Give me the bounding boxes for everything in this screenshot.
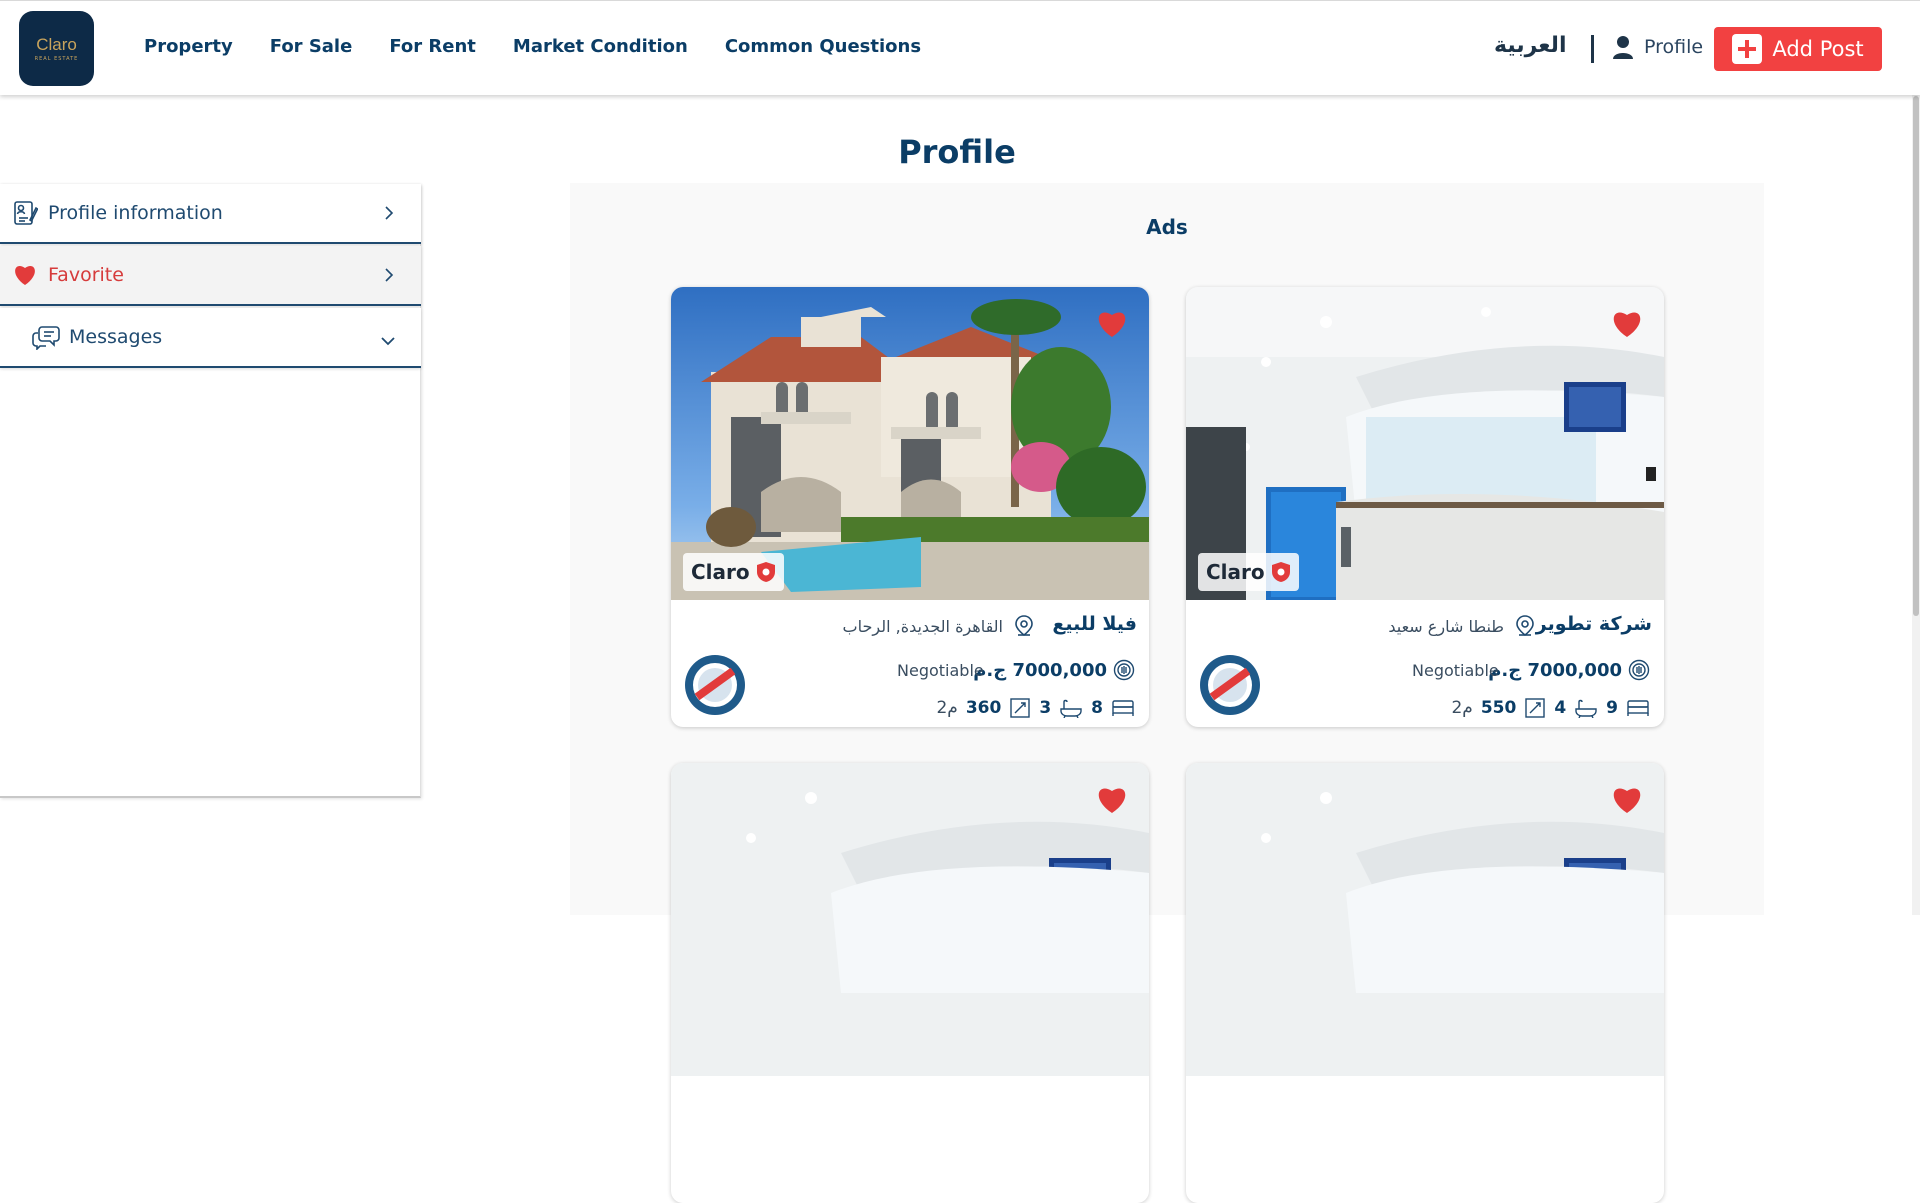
page-scrollbar[interactable]	[1912, 0, 1920, 915]
profile-sidebar: Profile information Favorite Messages	[0, 184, 421, 798]
chevron-down-icon	[379, 332, 397, 351]
favorite-heart-icon[interactable]	[1610, 309, 1644, 343]
chevron-right-icon	[383, 204, 395, 226]
property-title: فيلا للبيع	[1052, 613, 1137, 635]
main-nav: Property For Sale For Rent Market Condit…	[144, 36, 958, 57]
sidebar-item-favorite[interactable]: Favorite	[0, 246, 421, 306]
logo-text: Claro	[36, 35, 77, 54]
profile-document-icon	[11, 199, 39, 227]
property-card[interactable]: Claro فيلا للبيع القاهرة الجديدة, الرحاب…	[671, 287, 1149, 727]
property-features: 8 3 360 م2	[936, 697, 1135, 719]
profile-label: Profile	[1644, 36, 1704, 58]
area-icon	[1010, 698, 1031, 718]
bed-icon	[1627, 700, 1649, 716]
price-value: 7000,000 ج.م	[973, 659, 1107, 681]
bed-icon	[1112, 700, 1134, 716]
location-pin-icon	[1516, 615, 1534, 637]
nav-property[interactable]: Property	[144, 36, 233, 57]
favorite-heart-icon[interactable]	[1610, 785, 1644, 819]
area-icon	[1525, 698, 1546, 718]
location-text: طنطا شارع سعيد	[1388, 616, 1504, 636]
verified-shield-icon	[756, 562, 775, 582]
nav-market-condition[interactable]: Market Condition	[513, 36, 688, 57]
favorite-heart-icon[interactable]	[1095, 785, 1129, 819]
property-card[interactable]	[1186, 763, 1664, 1203]
bathtub-icon	[1575, 699, 1597, 718]
area-unit: م2	[936, 698, 958, 718]
location-pin-icon	[1015, 615, 1033, 637]
office-reception-photo[interactable]	[1186, 763, 1664, 1076]
brand-tag: Claro	[1198, 553, 1299, 591]
brand-name: Claro	[691, 560, 750, 584]
nav-for-sale[interactable]: For Sale	[270, 36, 353, 57]
add-post-label: Add Post	[1772, 37, 1864, 61]
user-icon	[1613, 36, 1633, 59]
scrollbar-thumb[interactable]	[1913, 96, 1919, 616]
certified-seal-badge	[683, 653, 747, 717]
logo-subtext: REAL ESTATE	[34, 56, 79, 62]
office-reception-photo[interactable]	[671, 763, 1149, 1076]
ads-section-title: Ads	[1146, 215, 1188, 239]
price-coin-icon	[1113, 659, 1135, 681]
nav-common-questions[interactable]: Common Questions	[725, 36, 921, 57]
language-switch[interactable]: العربية	[1494, 33, 1567, 58]
property-price: 7000,000 ج.م	[973, 659, 1135, 681]
area-value: 360	[965, 698, 1002, 718]
page-title: Profile	[0, 133, 1914, 171]
brand-name: Claro	[1206, 560, 1265, 584]
baths-count: 3	[1039, 698, 1052, 718]
favorite-heart-icon[interactable]	[1095, 309, 1129, 343]
chat-bubbles-icon	[32, 323, 60, 351]
property-card[interactable]	[671, 763, 1149, 1203]
bathtub-icon	[1060, 699, 1082, 718]
property-location: القاهرة الجديدة, الرحاب	[843, 614, 1035, 638]
sidebar-item-profile-information[interactable]: Profile information	[0, 184, 421, 244]
property-price: 7000,000 ج.م	[1488, 659, 1650, 681]
sidebar-item-label: Favorite	[48, 264, 124, 286]
add-post-button[interactable]: Add Post	[1714, 27, 1882, 71]
property-title: شركة تطوير	[1535, 613, 1652, 635]
top-header: Claro REAL ESTATE Property For Sale For …	[0, 0, 1920, 95]
property-features: 9 4 550 م2	[1451, 697, 1650, 719]
property-card[interactable]: Claro شركة تطوير طنطا شارع سعيد 7000,000…	[1186, 287, 1664, 727]
sidebar-item-label: Profile information	[48, 202, 223, 224]
nav-for-rent[interactable]: For Rent	[389, 36, 476, 57]
price-coin-icon	[1628, 659, 1650, 681]
verified-shield-icon	[1271, 562, 1290, 582]
price-value: 7000,000 ج.م	[1488, 659, 1622, 681]
beds-count: 8	[1091, 698, 1103, 718]
certified-seal-badge	[1198, 653, 1262, 717]
baths-count: 4	[1554, 698, 1567, 718]
negotiable-label: Negotiable	[897, 661, 984, 680]
header-divider	[1591, 35, 1594, 63]
negotiable-label: Negotiable	[1412, 661, 1499, 680]
sidebar-item-messages[interactable]: Messages	[0, 308, 421, 368]
area-unit: م2	[1451, 698, 1473, 718]
plus-icon	[1732, 34, 1763, 64]
location-text: القاهرة الجديدة, الرحاب	[842, 616, 1003, 636]
chevron-right-icon	[383, 266, 395, 288]
brand-tag: Claro	[683, 553, 784, 591]
ads-panel: Ads Claro فيلا للبيع القاهرة الجديدة, ال…	[570, 183, 1764, 1203]
profile-link[interactable]: Profile	[1612, 35, 1703, 59]
sidebar-item-label: Messages	[69, 326, 163, 348]
property-location: طنطا شارع سعيد	[1388, 614, 1536, 638]
beds-count: 9	[1606, 698, 1618, 718]
heart-icon	[11, 261, 39, 289]
claro-logo[interactable]: Claro REAL ESTATE	[19, 11, 94, 86]
area-value: 550	[1480, 698, 1517, 718]
page-title-text: Profile	[898, 133, 1016, 171]
